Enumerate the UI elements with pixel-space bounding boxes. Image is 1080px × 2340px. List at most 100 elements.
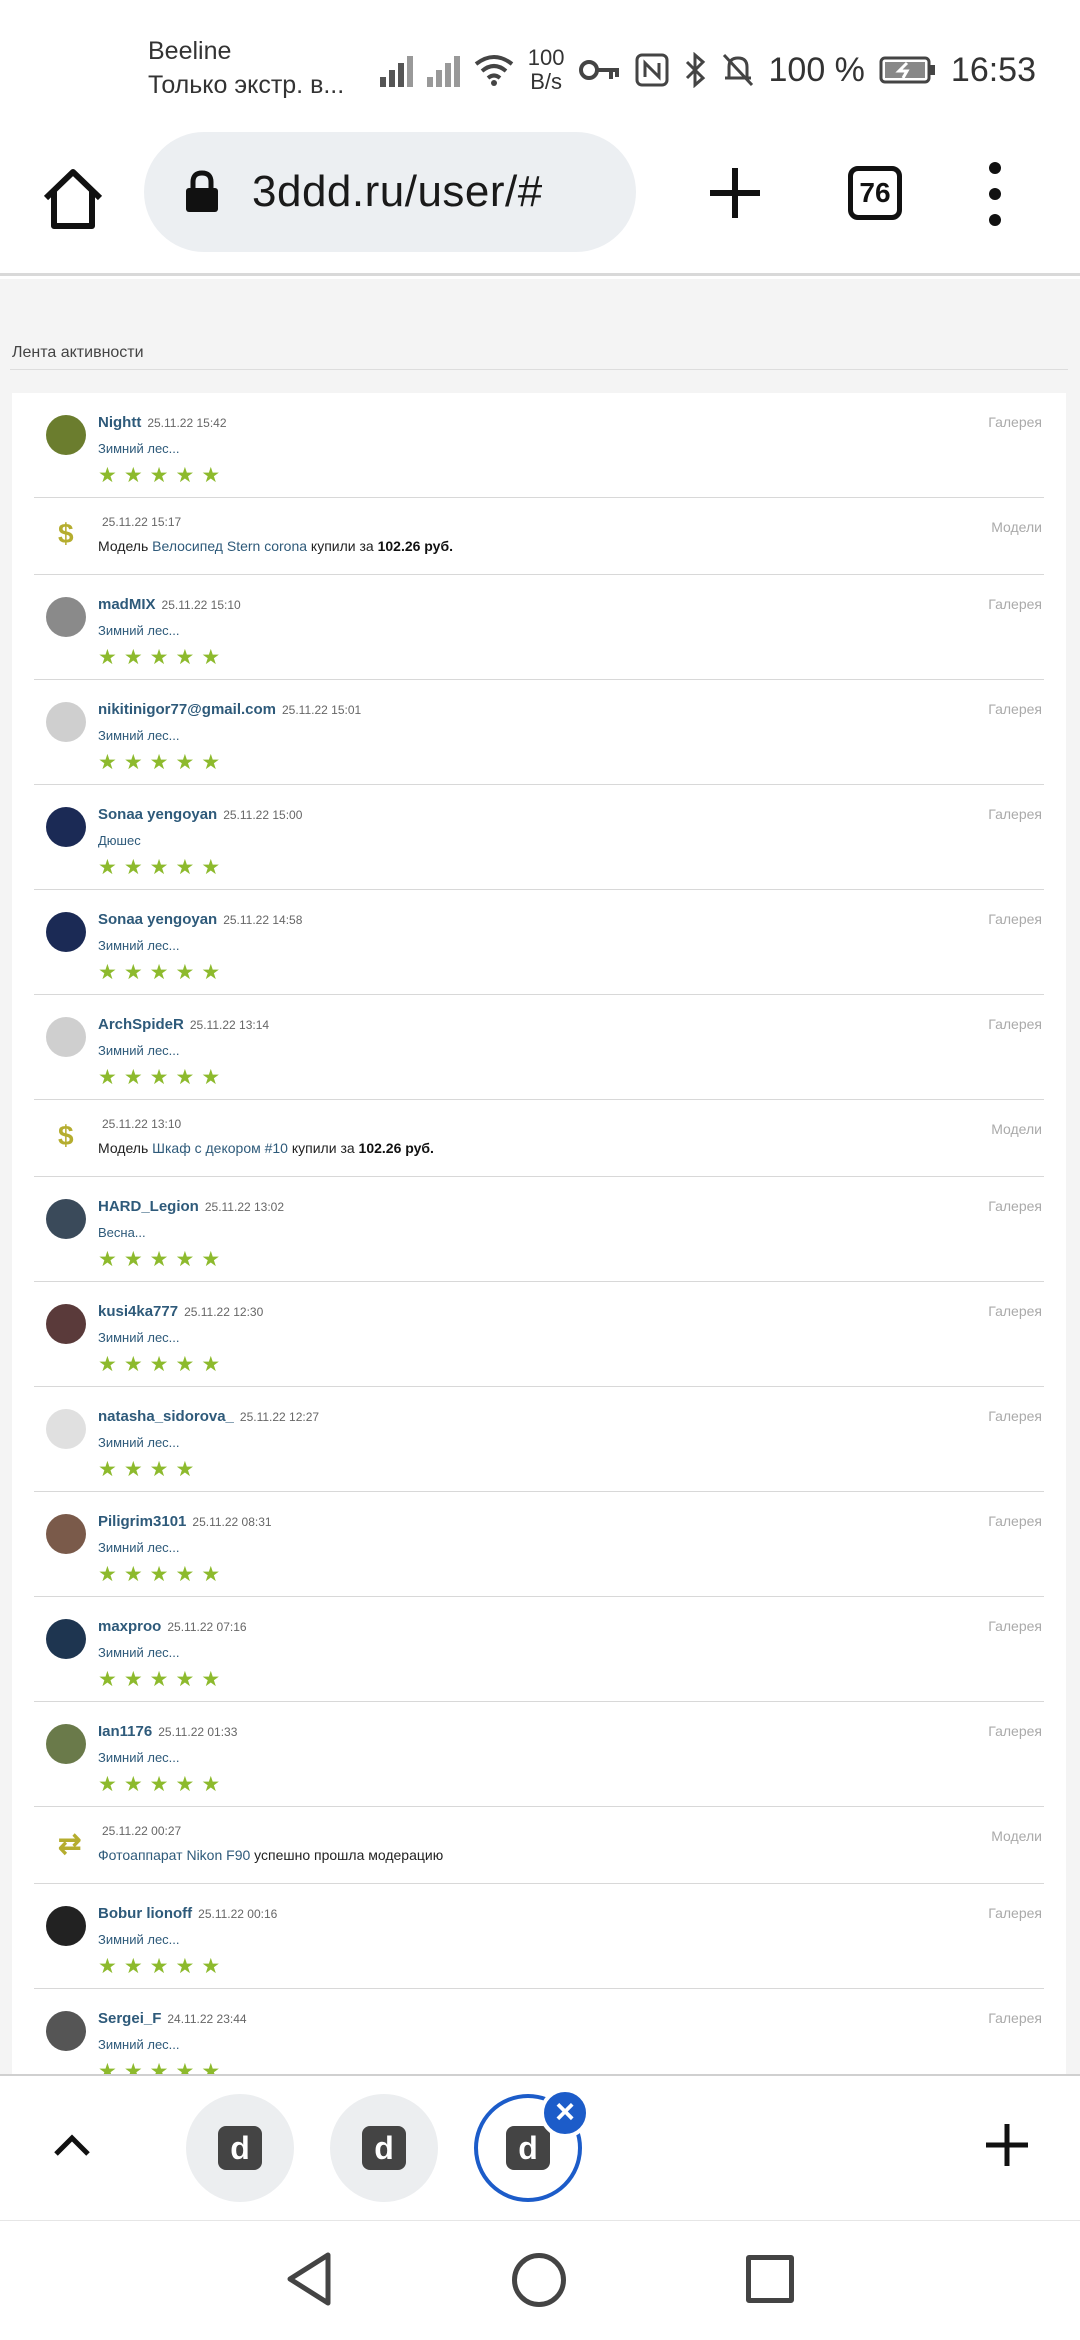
back-icon[interactable] — [284, 2251, 334, 2307]
username[interactable]: HARD_Legion — [98, 1198, 199, 1215]
work-link[interactable]: Зимний лес... — [98, 728, 180, 743]
avatar[interactable] — [46, 597, 86, 637]
work-link[interactable]: Зимний лес... — [98, 1043, 180, 1058]
work-link[interactable]: Зимний лес... — [98, 1435, 180, 1450]
avatar[interactable] — [46, 1514, 86, 1554]
avatar[interactable] — [46, 1199, 86, 1239]
dollar-icon: $ — [58, 1120, 74, 1151]
star-icon: ★ — [201, 464, 221, 487]
work-link[interactable]: Зимний лес... — [98, 1540, 180, 1555]
username[interactable]: ArchSpideR — [98, 1016, 184, 1033]
star-icon: ★ — [175, 464, 195, 487]
overflow-menu-icon[interactable] — [980, 162, 1010, 226]
address-bar[interactable]: 3ddd.ru/user/# — [144, 132, 636, 252]
star-icon: ★ — [175, 2060, 195, 2074]
username[interactable]: nikitinigor77@gmail.com — [98, 701, 276, 718]
url-text[interactable]: 3ddd.ru/user/# — [252, 167, 543, 217]
username-link[interactable]: Sonaa yengoyan 25.11.22 14:58 — [98, 911, 302, 928]
username-link[interactable]: Sergei_F 24.11.22 23:44 — [98, 2010, 247, 2027]
star-icon: ★ — [201, 646, 221, 669]
wifi-icon — [474, 55, 514, 86]
tab-switcher-button[interactable]: 76 — [848, 166, 902, 220]
username[interactable]: kusi4ka777 — [98, 1303, 178, 1320]
avatar[interactable] — [46, 912, 86, 952]
star-icon: ★ — [98, 1955, 117, 1978]
work-link[interactable]: Зимний лес... — [98, 623, 180, 638]
timestamp: 25.11.22 07:16 — [167, 1620, 247, 1634]
feed-item: Ian1176 25.11.22 01:33 Галерея Зимний лес..… — [34, 1702, 1044, 1807]
username-link[interactable]: Sonaa yengoyan 25.11.22 15:00 — [98, 806, 302, 823]
username-link[interactable]: Ian1176 25.11.22 01:33 — [98, 1723, 237, 1740]
vpn-key-icon — [578, 60, 619, 80]
avatar[interactable] — [46, 807, 86, 847]
model-link[interactable]: Велосипед Stern corona — [152, 538, 307, 554]
star-icon: ★ — [98, 1353, 117, 1376]
model-link[interactable]: Фотоаппарат Nikon F90 — [98, 1847, 250, 1863]
work-link[interactable]: Зимний лес... — [98, 441, 180, 456]
work-link[interactable]: Весна... — [98, 1225, 146, 1240]
category-label: Галерея — [988, 1303, 1042, 1319]
home-icon[interactable] — [38, 164, 108, 234]
username[interactable]: natasha_sidorova_ — [98, 1408, 234, 1425]
star-icon: ★ — [98, 856, 117, 879]
home-nav-icon[interactable] — [512, 2253, 566, 2307]
avatar[interactable] — [46, 702, 86, 742]
star-icon: ★ — [98, 1248, 117, 1271]
username[interactable]: Ian1176 — [98, 1723, 152, 1740]
username-link[interactable]: Nightt 25.11.22 15:42 — [98, 414, 227, 431]
work-link[interactable]: Зимний лес... — [98, 1750, 180, 1765]
username-link[interactable]: HARD_Legion 25.11.22 13:02 — [98, 1198, 284, 1215]
activity-feed: Nightt 25.11.22 15:42 Галерея Зимний лес...… — [12, 393, 1066, 2074]
username-link[interactable]: Bobur lionoff 25.11.22 00:16 — [98, 1905, 277, 1922]
avatar[interactable] — [46, 2011, 86, 2051]
new-tab-icon[interactable] — [700, 158, 770, 228]
avatar[interactable] — [46, 1304, 86, 1344]
tab-thumbnail-1[interactable]: d — [186, 2094, 294, 2202]
star-icon: ★ — [98, 2060, 117, 2074]
avatar[interactable] — [46, 1619, 86, 1659]
username-link[interactable]: madMIX 25.11.22 15:10 — [98, 596, 241, 613]
username[interactable]: Sonaa yengoyan — [98, 911, 217, 928]
timestamp: 25.11.22 13:14 — [189, 1018, 270, 1032]
avatar[interactable] — [46, 1906, 86, 1946]
work-link[interactable]: Зимний лес... — [98, 1645, 180, 1660]
username[interactable]: madMIX — [98, 596, 156, 613]
close-tab-icon[interactable]: × — [540, 2088, 590, 2138]
avatar[interactable] — [46, 1409, 86, 1449]
username-link[interactable]: ArchSpideR 25.11.22 13:14 — [98, 1016, 269, 1033]
star-icon: ★ — [175, 751, 195, 774]
rating-stars: ★ ★ ★ ★ ★ — [98, 1353, 220, 1376]
chevron-up-icon[interactable] — [48, 2126, 96, 2162]
work-link[interactable]: Зимний лес... — [98, 1330, 180, 1345]
event-suffix: успешно прошла модерацию — [254, 1847, 444, 1863]
add-tab-icon[interactable] — [982, 2120, 1032, 2170]
feed-item: Sonaa yengoyan 25.11.22 14:58 Галерея Зимни… — [34, 890, 1044, 995]
username[interactable]: Nightt — [98, 414, 141, 431]
avatar[interactable] — [46, 415, 86, 455]
event-suffix: купили за — [291, 1140, 355, 1156]
divider — [10, 369, 1068, 370]
work-link[interactable]: Зимний лес... — [98, 2037, 180, 2052]
username[interactable]: Bobur lionoff — [98, 1905, 192, 1922]
model-link[interactable]: Шкаф с декором #10 — [152, 1140, 288, 1156]
rating-stars: ★ ★ ★ ★ ★ — [98, 464, 221, 487]
username[interactable]: maxproo — [98, 1618, 161, 1635]
nfc-icon — [635, 53, 668, 87]
avatar[interactable] — [46, 1017, 86, 1057]
timestamp: 25.11.22 13:10 — [102, 1117, 182, 1131]
username-link[interactable]: nikitinigor77@gmail.com 25.11.22 15:01 — [98, 701, 361, 718]
username[interactable]: Sergei_F — [98, 2010, 161, 2027]
recents-icon[interactable] — [746, 2255, 794, 2303]
avatar[interactable] — [46, 1724, 86, 1764]
work-link[interactable]: Дюшес — [98, 833, 141, 848]
username-link[interactable]: kusi4ka777 25.11.22 12:30 — [98, 1303, 263, 1320]
username[interactable]: Sonaa yengoyan — [98, 806, 217, 823]
username-link[interactable]: natasha_sidorova_ 25.11.22 12:27 — [98, 1408, 319, 1425]
feed-item: Sonaa yengoyan 25.11.22 15:00 Галерея Дюшес… — [34, 785, 1044, 890]
username-link[interactable]: Piligrim3101 25.11.22 08:31 — [98, 1513, 272, 1530]
work-link[interactable]: Зимний лес... — [98, 938, 180, 953]
username[interactable]: Piligrim3101 — [98, 1513, 186, 1530]
username-link[interactable]: maxproo 25.11.22 07:16 — [98, 1618, 247, 1635]
work-link[interactable]: Зимний лес... — [98, 1932, 180, 1947]
tab-thumbnail-2[interactable]: d — [330, 2094, 438, 2202]
